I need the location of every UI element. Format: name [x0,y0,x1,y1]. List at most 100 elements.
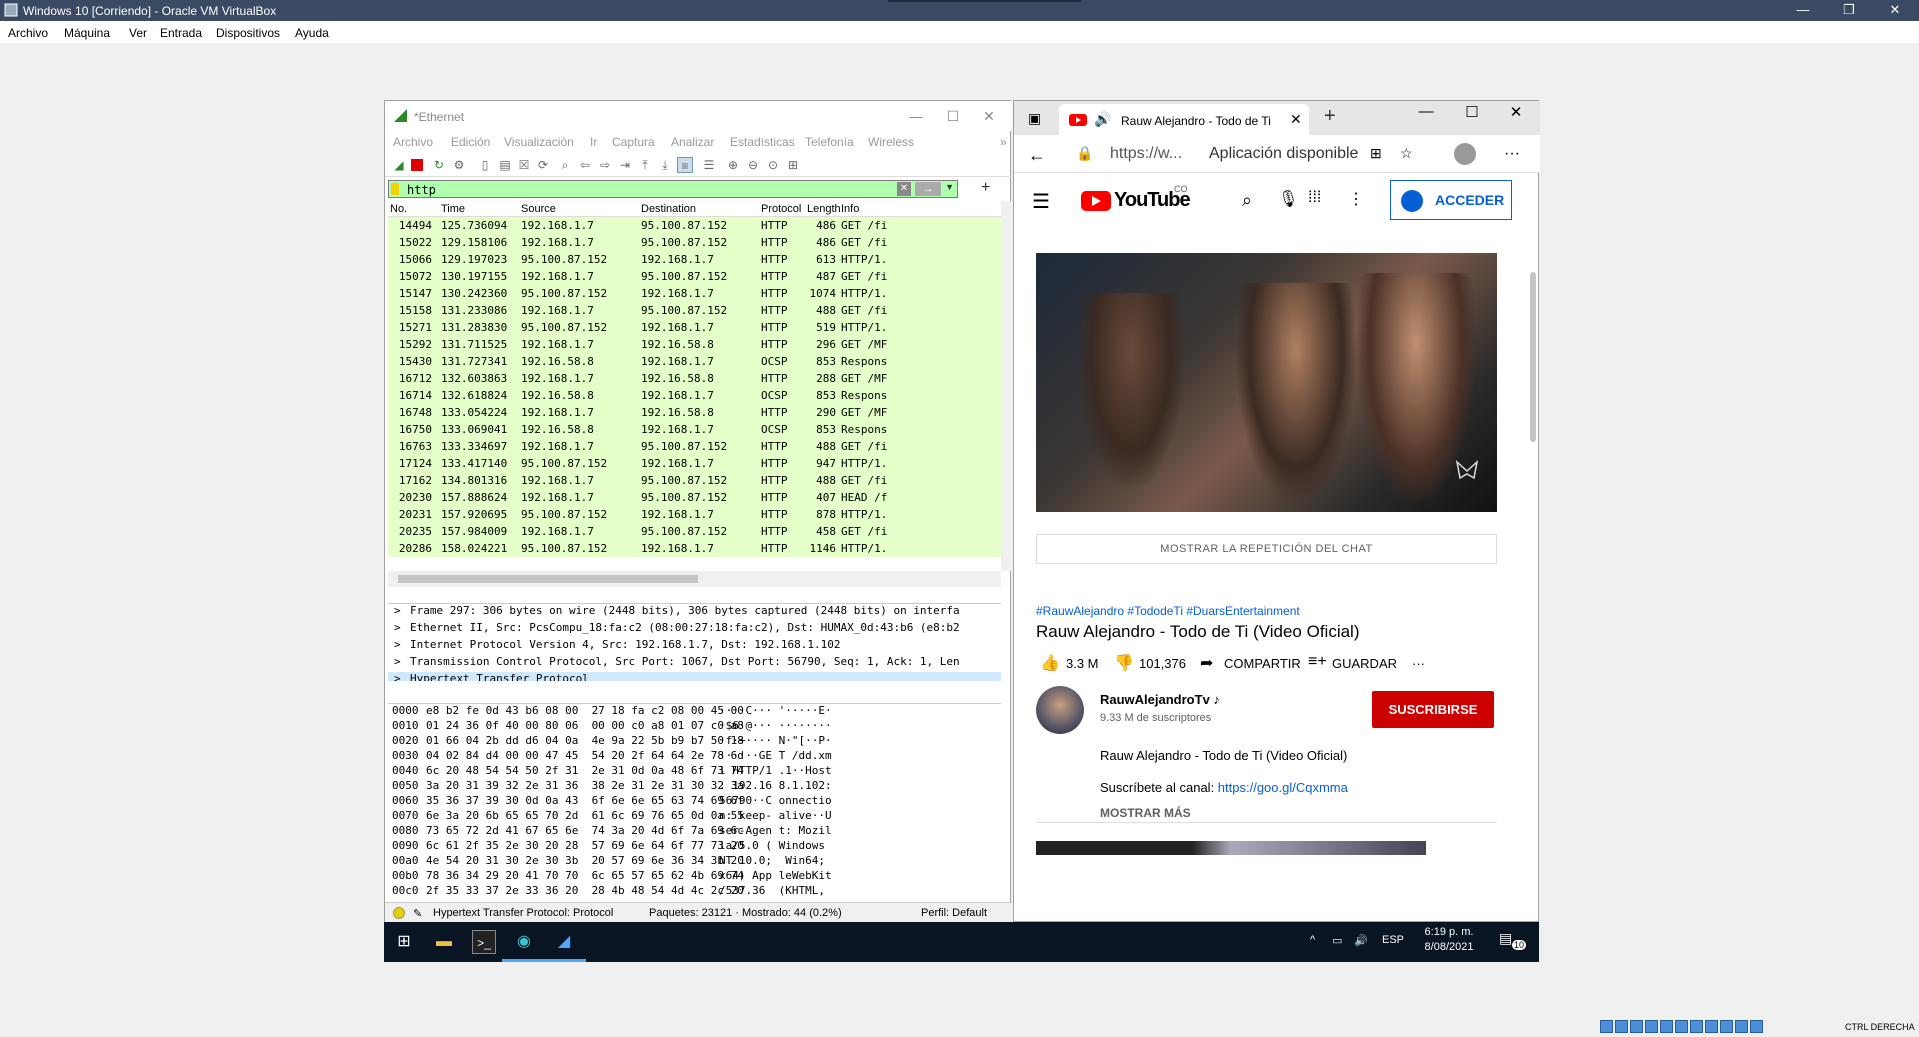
video-player[interactable] [1036,253,1497,512]
subscribe-link[interactable]: https://goo.gl/Cqxmma [1218,780,1348,795]
menu-entrada[interactable]: Entrada [160,26,202,40]
ws-minimize-button[interactable]: — [901,105,931,127]
col-time[interactable]: Time [441,203,465,215]
ws-menu-edicion[interactable]: Edición [451,135,490,149]
packet-row[interactable]: 15072 130.197155 192.168.1.7 95.100.87.152 H… [388,268,1001,285]
favorite-icon[interactable]: ☆ [1400,145,1413,162]
hex-row[interactable]: 0050 3a 20 31 39 32 2e 31 36 38 2e 31 2e … [388,779,1001,794]
packet-list-hscrollbar[interactable] [388,571,1001,587]
packet-row[interactable]: 14494 125.736094 192.168.1.7 95.100.87.152 H… [388,217,1001,234]
zoom-out-icon[interactable]: ⊖ [745,157,761,173]
menu-dispositivos[interactable]: Dispositivos [216,26,280,40]
menu-maquina[interactable]: Máquina [64,26,110,40]
new-tab-button[interactable]: + [1324,105,1336,128]
packet-row[interactable]: 17162 134.801316 192.168.1.7 95.100.87.152 H… [388,472,1001,489]
file-explorer-icon[interactable]: ▬ [432,930,456,954]
app-install-icon[interactable]: ⊞ [1370,145,1382,162]
menu-ayuda[interactable]: Ayuda [295,26,329,40]
display-filter-input[interactable]: http ✕ → ▼ [388,180,958,198]
menu-ver[interactable]: Ver [129,26,147,40]
channel-avatar[interactable] [1036,686,1084,734]
usb-icon[interactable] [1660,1020,1673,1033]
edge-close-button[interactable]: ✕ [1496,103,1536,121]
edge-icon[interactable]: ◉ [512,930,536,954]
dislike-icon[interactable]: 👎 [1114,653,1134,673]
col-no[interactable]: No. [390,203,407,215]
detail-ethernet[interactable]: > Ethernet II, Src: PcsCompu_18:fa:c2 (08… [388,621,1001,638]
zoom-in-icon[interactable]: ⊕ [725,157,741,173]
autoscroll-icon[interactable]: ≡ [677,157,693,173]
clear-filter-icon[interactable]: ✕ [897,182,911,196]
packet-row[interactable]: 20235 157.984009 192.168.1.7 95.100.87.152 H… [388,523,1001,540]
hex-row[interactable]: 0020 01 66 04 2b dd d6 04 0a 4e 9a 22 5b … [388,734,1001,749]
show-more-button[interactable]: MOSTRAR MÁS [1100,806,1191,820]
video-hashtags[interactable]: #RauwAlejandro #TododeTi #DuarsEntertain… [1036,604,1300,618]
ws-maximize-button[interactable]: ☐ [938,105,968,127]
ws-menu-wireless[interactable]: Wireless [868,135,914,149]
hex-row[interactable]: 0000 e8 b2 fe 0d 43 b6 08 00 27 18 fa c2 … [388,704,1001,719]
tab-close-icon[interactable]: ✕ [1290,111,1302,128]
apply-filter-icon[interactable]: → [915,182,941,196]
edge-maximize-button[interactable]: ☐ [1452,103,1492,121]
ws-menu-analizar[interactable]: Analizar [671,135,714,149]
more-actions-icon[interactable]: ··· [1412,656,1425,671]
hex-row[interactable]: 0080 73 65 72 2d 41 67 65 6e 74 3a 20 4d … [388,824,1001,839]
settings-more-icon[interactable]: ··· [1504,145,1520,163]
hex-row[interactable]: 00c0 2f 35 33 37 2e 33 36 20 28 4b 48 54 … [388,884,1001,899]
ws-menu-captura[interactable]: Captura [612,135,655,149]
packet-list-scrollbar[interactable] [1001,201,1011,571]
search-icon[interactable]: ⌕ [1242,190,1252,211]
wireshark-icon[interactable]: ◢ [552,930,576,954]
language-indicator[interactable]: ESP [1382,934,1404,946]
share-icon[interactable]: ➦ [1200,653,1213,673]
col-source[interactable]: Source [521,203,556,215]
clock[interactable]: 6:19 p. m. 8/08/2021 [1419,926,1479,953]
tray-chevron-icon[interactable]: ^ [1310,934,1315,946]
ws-menu-telefonia[interactable]: Telefonía [805,135,854,149]
network-icon[interactable]: ▭ [1332,934,1342,947]
ws-menu-visualizacion[interactable]: Visualización [504,135,574,149]
detail-http[interactable]: > Hypertext Transfer Protocol [388,672,1001,681]
expert-info-icon[interactable] [393,907,405,919]
status-profile[interactable]: Perfil: Default [921,907,987,919]
hex-row[interactable]: 0090 6c 61 2f 35 2e 30 20 28 57 69 6e 64 … [388,839,1001,854]
apps-icon[interactable]: ⁞⁞⁞ [1308,189,1321,207]
packet-row[interactable]: 15271 131.283830 95.100.87.152 192.168.1.7 H… [388,319,1001,336]
back-icon[interactable]: ← [1028,145,1046,166]
volume-icon[interactable]: 🔊 [1354,934,1368,947]
youtube-logo-icon[interactable] [1081,191,1111,211]
col-length[interactable]: Length [807,203,841,215]
ws-menu-archivo[interactable]: Archivo [393,135,433,149]
zoom-reset-icon[interactable]: ⊙ [765,157,781,173]
tab-youtube[interactable]: 🔊 Rauw Alejandro - Todo de Ti ✕ [1059,104,1309,135]
like-icon[interactable]: 👍 [1040,653,1060,673]
packet-row[interactable]: 15147 130.242360 95.100.87.152 192.168.1.7 H… [388,285,1001,302]
hex-row[interactable]: 00a0 4e 54 20 31 30 2e 30 3b 20 57 69 6e … [388,854,1001,869]
restore-button[interactable]: ❐ [1827,0,1871,21]
hex-row[interactable]: 0070 6e 3a 20 6b 65 65 70 2d 61 6c 69 76 … [388,809,1001,824]
dislike-count[interactable]: 101,376 [1139,656,1186,671]
close-file-icon[interactable]: ☒ [516,157,532,173]
hex-row[interactable]: 0040 6c 20 48 54 54 50 2f 31 2e 31 0d 0a … [388,764,1001,779]
filter-text[interactable]: http [407,183,436,197]
packet-row[interactable]: 16748 133.054224 192.168.1.7 192.16.58.8 HTT… [388,404,1001,421]
hex-row[interactable]: 00b0 78 36 34 29 20 41 70 70 6c 65 57 65 … [388,869,1001,884]
packet-row[interactable]: 16714 132.618824 192.16.58.8 192.168.1.7 OCS… [388,387,1001,404]
restart-capture-icon[interactable]: ↻ [431,157,447,173]
packet-row[interactable]: 16750 133.069041 192.16.58.8 192.168.1.7 OCS… [388,421,1001,438]
sign-in-button[interactable]: ACCEDER [1390,180,1512,220]
vt-icon[interactable] [1720,1020,1733,1033]
menu-archivo[interactable]: Archivo [8,26,48,40]
minimize-button[interactable]: — [1781,0,1825,21]
hdd-icon[interactable] [1600,1020,1613,1033]
hex-row[interactable]: 0060 35 36 37 39 30 0d 0a 43 6f 6e 6e 65 … [388,794,1001,809]
page-scrollbar[interactable] [1528,232,1538,792]
detail-tcp[interactable]: > Transmission Control Protocol, Src Port… [388,655,1001,672]
ws-close-button[interactable]: ✕ [974,105,1004,127]
ws-menu-estadisticas[interactable]: Estadísticas [730,135,795,149]
terminal-icon[interactable]: >_ [472,930,496,954]
col-info[interactable]: Info [841,203,859,215]
packet-row[interactable]: 15066 129.197023 95.100.87.152 192.168.1.7 H… [388,251,1001,268]
open-file-icon[interactable]: ▯ [477,157,493,173]
hex-row[interactable]: 0010 01 24 36 0f 40 00 80 06 00 00 c0 a8 … [388,719,1001,734]
